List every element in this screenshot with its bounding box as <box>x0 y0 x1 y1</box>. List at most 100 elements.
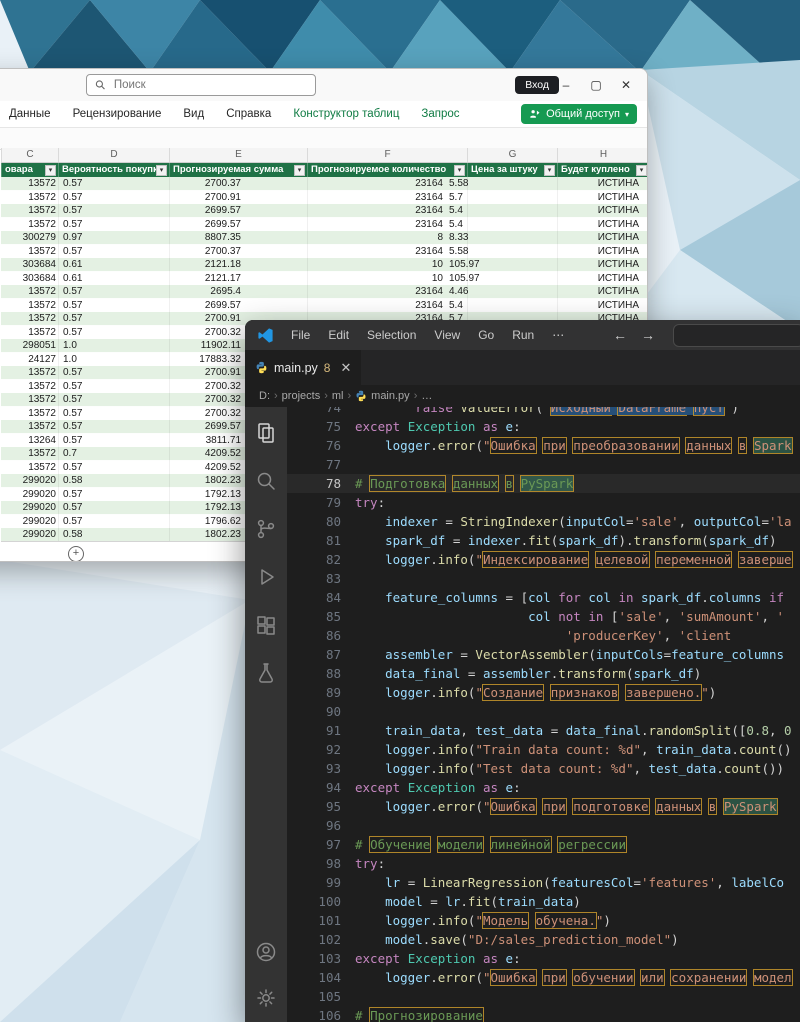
filter-dropdown-icon[interactable]: ▾ <box>636 165 647 176</box>
table-cell[interactable]: 299020 <box>23 528 56 541</box>
table-cell[interactable]: 1.0 <box>63 339 77 353</box>
column-letter-F[interactable]: F <box>307 148 467 162</box>
table-cell[interactable]: 0.57 <box>63 366 82 380</box>
table-row[interactable]: 135720.572700.91231645.7ИСТИНА <box>1 191 648 205</box>
table-cell[interactable]: 23164 <box>415 191 443 205</box>
table-cell[interactable]: 303684 <box>23 258 56 272</box>
menu-Edit[interactable]: Edit <box>319 320 358 350</box>
breadcrumb-item[interactable]: main.py <box>355 390 410 402</box>
table-cell[interactable]: 5.4 <box>449 218 463 232</box>
breadcrumb-item[interactable]: D: <box>259 390 270 402</box>
code-line[interactable]: 99 lr = LinearRegression(featuresCol='fe… <box>287 873 800 892</box>
table-cell[interactable]: 11902.11 <box>201 339 241 353</box>
code-line[interactable]: 76 logger.error("Ошибка при преобразован… <box>287 436 800 455</box>
search-icon[interactable] <box>254 469 278 493</box>
table-cell[interactable]: 13572 <box>28 461 56 475</box>
line-number[interactable]: 99 <box>287 873 355 892</box>
code-line[interactable]: 91 train_data, test_data = data_final.ra… <box>287 721 800 740</box>
line-number[interactable]: 84 <box>287 588 355 607</box>
maximize-icon[interactable]: ▢ <box>581 69 611 101</box>
line-number[interactable]: 106 <box>287 1006 355 1022</box>
table-cell[interactable]: 13572 <box>28 312 56 326</box>
table-cell[interactable]: 0.57 <box>63 245 82 259</box>
table-cell[interactable]: 0.57 <box>63 312 82 326</box>
table-cell[interactable]: 299020 <box>23 501 56 515</box>
filter-dropdown-icon[interactable]: ▾ <box>294 165 305 176</box>
line-number[interactable]: 100 <box>287 892 355 911</box>
code-line[interactable]: 77 <box>287 455 800 474</box>
table-cell[interactable]: 1792.13 <box>205 501 241 515</box>
table-cell[interactable]: 23164 <box>415 285 443 299</box>
table-cell[interactable]: 13572 <box>28 285 56 299</box>
table-cell[interactable]: 8807.35 <box>205 231 241 245</box>
table-row[interactable]: 135720.572700.37231645.58ИСТИНА <box>1 177 648 191</box>
table-cell[interactable]: 2121.17 <box>205 272 241 286</box>
ribbon-tab-Запрос[interactable]: Запрос <box>421 108 459 120</box>
table-cell[interactable]: 2695.4 <box>210 285 241 299</box>
table-cell[interactable]: 23164 <box>415 177 443 191</box>
table-cell[interactable]: 2700.32 <box>205 380 241 394</box>
table-cell[interactable]: 13572 <box>28 191 56 205</box>
table-cell[interactable]: 299020 <box>23 488 56 502</box>
table-row[interactable]: 3002790.978807.3588.33ИСТИНА <box>1 231 648 245</box>
table-cell[interactable]: ИСТИНА <box>598 177 639 191</box>
line-number[interactable]: 89 <box>287 683 355 702</box>
table-cell[interactable]: 2699.57 <box>205 204 241 218</box>
table-cell[interactable]: 105.97 <box>449 272 480 286</box>
table-cell[interactable]: 2699.57 <box>205 299 241 313</box>
table-cell[interactable]: 23164 <box>415 204 443 218</box>
table-row[interactable]: 135720.572700.37231645.58ИСТИНА <box>1 245 648 259</box>
line-number[interactable]: 76 <box>287 436 355 455</box>
table-cell[interactable]: 23164 <box>415 245 443 259</box>
code-line[interactable]: 82 logger.info("Индексирование целевой п… <box>287 550 800 569</box>
table-cell[interactable]: 2700.37 <box>205 245 241 259</box>
table-cell[interactable]: 13572 <box>28 380 56 394</box>
code-line[interactable]: 78# Подготовка данных в PySpark <box>287 474 800 493</box>
ribbon-tab-Вид[interactable]: Вид <box>183 108 204 120</box>
arrow-right-icon[interactable]: → <box>641 327 655 343</box>
table-cell[interactable]: 13572 <box>28 245 56 259</box>
table-cell[interactable]: 1802.23 <box>205 474 241 488</box>
table-cell[interactable]: 0.57 <box>63 204 82 218</box>
table-cell[interactable]: 0.57 <box>63 461 82 475</box>
column-letter-G[interactable]: G <box>467 148 557 162</box>
table-cell[interactable]: 298051 <box>23 339 56 353</box>
table-cell[interactable]: 4.46 <box>449 285 468 299</box>
line-number[interactable]: 91 <box>287 721 355 740</box>
code-line[interactable]: 102 model.save("D:/sales_prediction_mode… <box>287 930 800 949</box>
code-line[interactable]: 94except Exception as e: <box>287 778 800 797</box>
line-number[interactable]: 102 <box>287 930 355 949</box>
line-number[interactable]: 78 <box>287 474 355 493</box>
table-cell[interactable]: 0.57 <box>63 380 82 394</box>
ribbon-tab-Рецензирование[interactable]: Рецензирование <box>73 108 162 120</box>
table-cell[interactable]: 5.4 <box>449 204 463 218</box>
column-letter-H[interactable]: H <box>557 148 648 162</box>
table-cell[interactable]: 23164 <box>415 218 443 232</box>
table-cell[interactable]: ИСТИНА <box>598 218 639 232</box>
table-cell[interactable]: 0.97 <box>63 231 82 245</box>
account-icon[interactable] <box>254 940 278 964</box>
table-cell[interactable]: 24127 <box>28 353 56 367</box>
table-cell[interactable]: 299020 <box>23 474 56 488</box>
table-cell[interactable]: 5.58 <box>449 245 468 259</box>
ribbon-tab-Конструктор таблиц[interactable]: Конструктор таблиц <box>293 108 399 120</box>
column-letter-D[interactable]: D <box>58 148 169 162</box>
table-cell[interactable]: 2700.32 <box>205 326 241 340</box>
close-icon[interactable]: ✕ <box>611 69 641 101</box>
code-line[interactable]: 83 <box>287 569 800 588</box>
line-number[interactable]: 74 <box>287 407 355 417</box>
line-number[interactable]: 103 <box>287 949 355 968</box>
excel-search-box[interactable] <box>86 74 316 96</box>
code-line[interactable]: 101 logger.info("Модель обучена.") <box>287 911 800 930</box>
filter-dropdown-icon[interactable]: ▾ <box>45 165 56 176</box>
add-sheet-button[interactable]: + <box>68 546 84 562</box>
table-cell[interactable]: 13572 <box>28 177 56 191</box>
line-number[interactable]: 90 <box>287 702 355 721</box>
share-button[interactable]: Общий доступ ▾ <box>521 104 637 124</box>
code-editor[interactable]: 74 raise ValueError("Исходный DataFrame … <box>287 407 800 1022</box>
table-cell[interactable]: 303684 <box>23 272 56 286</box>
code-line[interactable]: 104 logger.error("Ошибка при обучении ил… <box>287 968 800 987</box>
table-cell[interactable]: ИСТИНА <box>598 231 639 245</box>
table-cell[interactable]: 13572 <box>28 393 56 407</box>
filter-dropdown-icon[interactable]: ▾ <box>156 165 167 176</box>
